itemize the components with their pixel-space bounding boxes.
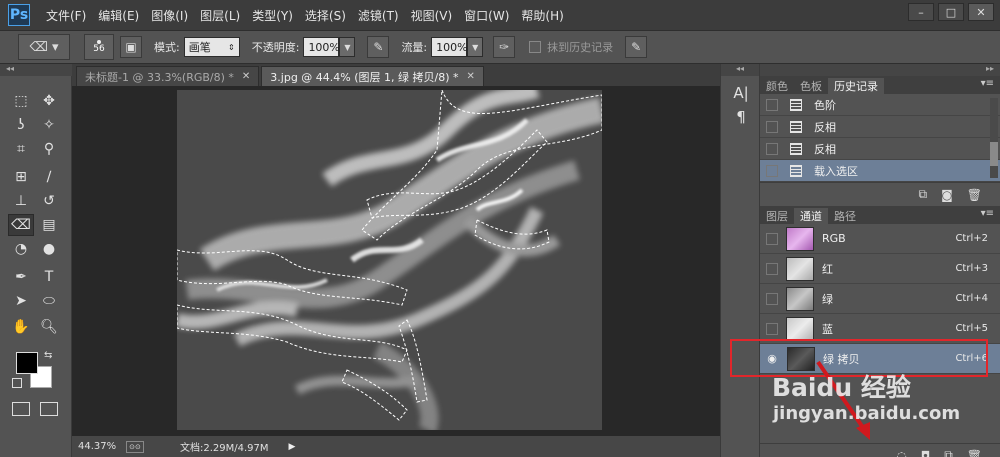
baidu-watermark: Baidu 经验	[772, 373, 911, 402]
foreground-color-swatch[interactable]	[16, 352, 38, 374]
baidu-watermark-url: jingyan.baidu.com	[773, 403, 961, 424]
